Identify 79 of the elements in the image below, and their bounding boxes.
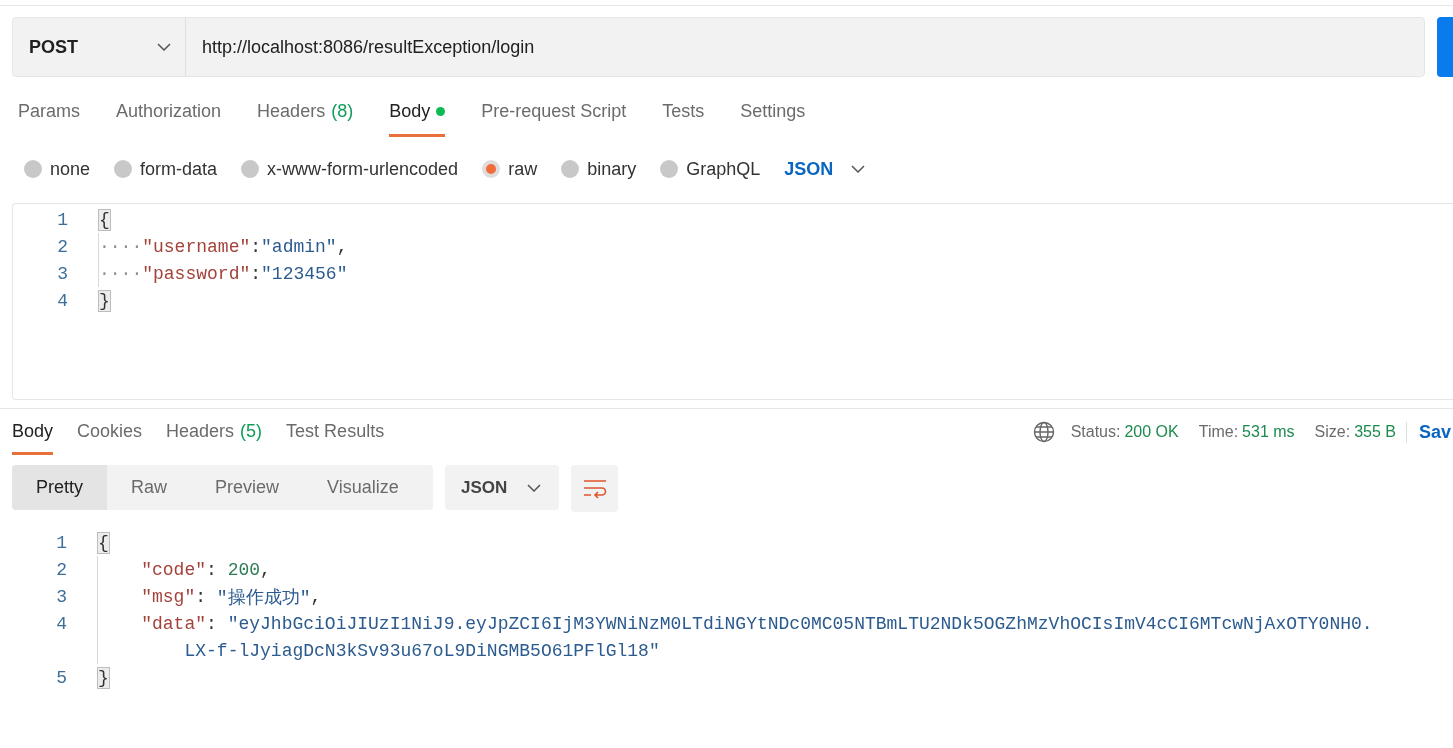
size-value: 355 B [1354, 423, 1396, 441]
time-label: Time: [1198, 423, 1239, 441]
radio-button[interactable] [660, 160, 679, 178]
radio-button[interactable] [482, 160, 501, 178]
code-token: "msg" [141, 586, 196, 607]
line-number: 1 [56, 209, 68, 230]
code-token: "password" [142, 263, 251, 284]
radio-button[interactable] [114, 160, 133, 178]
code-token: LX-f-lJyiagDcN3kSv93u67oL9DiNGMB5O61PFlGl18" [184, 640, 660, 661]
bracket: { [98, 208, 111, 231]
radio-button[interactable] [561, 160, 580, 178]
request-tab[interactable]: Settings [740, 93, 806, 137]
response-tab[interactable]: Headers (5) [166, 417, 263, 455]
bracket: { [97, 531, 110, 554]
line-number: 4 [55, 613, 67, 634]
radio-button[interactable] [241, 160, 260, 178]
view-mode-tab[interactable]: Preview [191, 465, 304, 510]
code-token: "eyJhbGciOiJIUzI1NiJ9.eyJpZCI6IjM3YWNiNzM0LTdiNGYtNDc0MC05NTBmLTU2NDk5OGZhMzVhOCIsImV4cCI6MTcwNjAxOTY0NH0. [227, 613, 1373, 634]
request-tab[interactable]: Tests [662, 93, 705, 137]
body-type-option[interactable]: form-data [114, 158, 218, 180]
size-label: Size: [1314, 423, 1351, 441]
code-token: : [206, 613, 218, 634]
request-tab[interactable]: Pre-request Script [481, 93, 627, 137]
code-token: "data" [141, 613, 207, 634]
method-select[interactable]: POST [13, 18, 186, 76]
line-number: 2 [56, 236, 68, 257]
request-tab[interactable]: Authorization [116, 93, 222, 137]
bracket: } [97, 666, 110, 689]
view-mode-tab[interactable]: Pretty [12, 465, 107, 510]
body-type-option[interactable]: x-www-form-urlencoded [241, 158, 459, 180]
request-tab[interactable]: Headers (8) [257, 93, 354, 137]
radio-button[interactable] [24, 160, 42, 178]
line-number: 3 [55, 586, 67, 607]
request-tab[interactable]: Params [18, 93, 80, 137]
save-link[interactable]: Sav [1405, 421, 1453, 443]
code-token: 200 [227, 559, 261, 580]
chevron-down-icon [851, 165, 866, 173]
body-type-option[interactable]: raw [482, 158, 538, 180]
line-number: 4 [56, 290, 68, 311]
view-mode-tab[interactable]: Raw [107, 465, 192, 510]
wrap-lines-button[interactable] [571, 465, 619, 512]
response-tab[interactable]: Body [12, 417, 54, 455]
line-number: 2 [55, 559, 67, 580]
time-value: 531 ms [1242, 423, 1295, 441]
line-number: 1 [55, 532, 67, 553]
code-token: : [206, 559, 218, 580]
code-token: "username" [142, 236, 251, 257]
line-number: 3 [56, 263, 68, 284]
response-tab[interactable]: Test Results [286, 417, 385, 455]
whitespace-dots: ···· [99, 263, 143, 284]
body-type-option[interactable]: GraphQL [660, 158, 761, 180]
code-token: "admin" [261, 236, 337, 257]
code-editor[interactable]: 1 { 2 ····"username":"admin", 3 ····"password":"123456" 4 } [12, 203, 1453, 400]
code-token: "code" [141, 559, 207, 580]
response-tab[interactable]: Cookies [77, 417, 143, 455]
body-type-option[interactable]: none [24, 158, 91, 180]
body-type-option[interactable]: binary [561, 158, 637, 180]
bracket: } [98, 289, 111, 312]
chevron-down-icon [157, 43, 171, 51]
code-token: : [195, 586, 208, 607]
url-field[interactable]: http://localhost:8086/resultException/login [186, 18, 535, 76]
whitespace-dots: ···· [99, 236, 143, 257]
line-number: 5 [55, 667, 67, 688]
code-token: , [336, 236, 348, 257]
code-token: , [260, 559, 271, 580]
format-dropdown[interactable]: JSON [445, 465, 560, 510]
code-token: , [310, 586, 322, 607]
code-token: "123456" [261, 263, 348, 284]
status-label: Status: [1070, 423, 1121, 441]
wrap-lines-icon [582, 478, 607, 499]
globe-icon[interactable] [1032, 421, 1055, 443]
code-token: "操作成功" [216, 586, 311, 609]
chevron-down-icon [527, 483, 542, 492]
code-token: : [250, 263, 262, 284]
code-token: : [250, 236, 262, 257]
format-dropdown[interactable]: JSON [784, 158, 866, 180]
request-tab[interactable]: Body [389, 93, 446, 137]
view-mode-tab[interactable]: Visualize [303, 465, 423, 510]
status-value: 200 OK [1124, 423, 1179, 441]
